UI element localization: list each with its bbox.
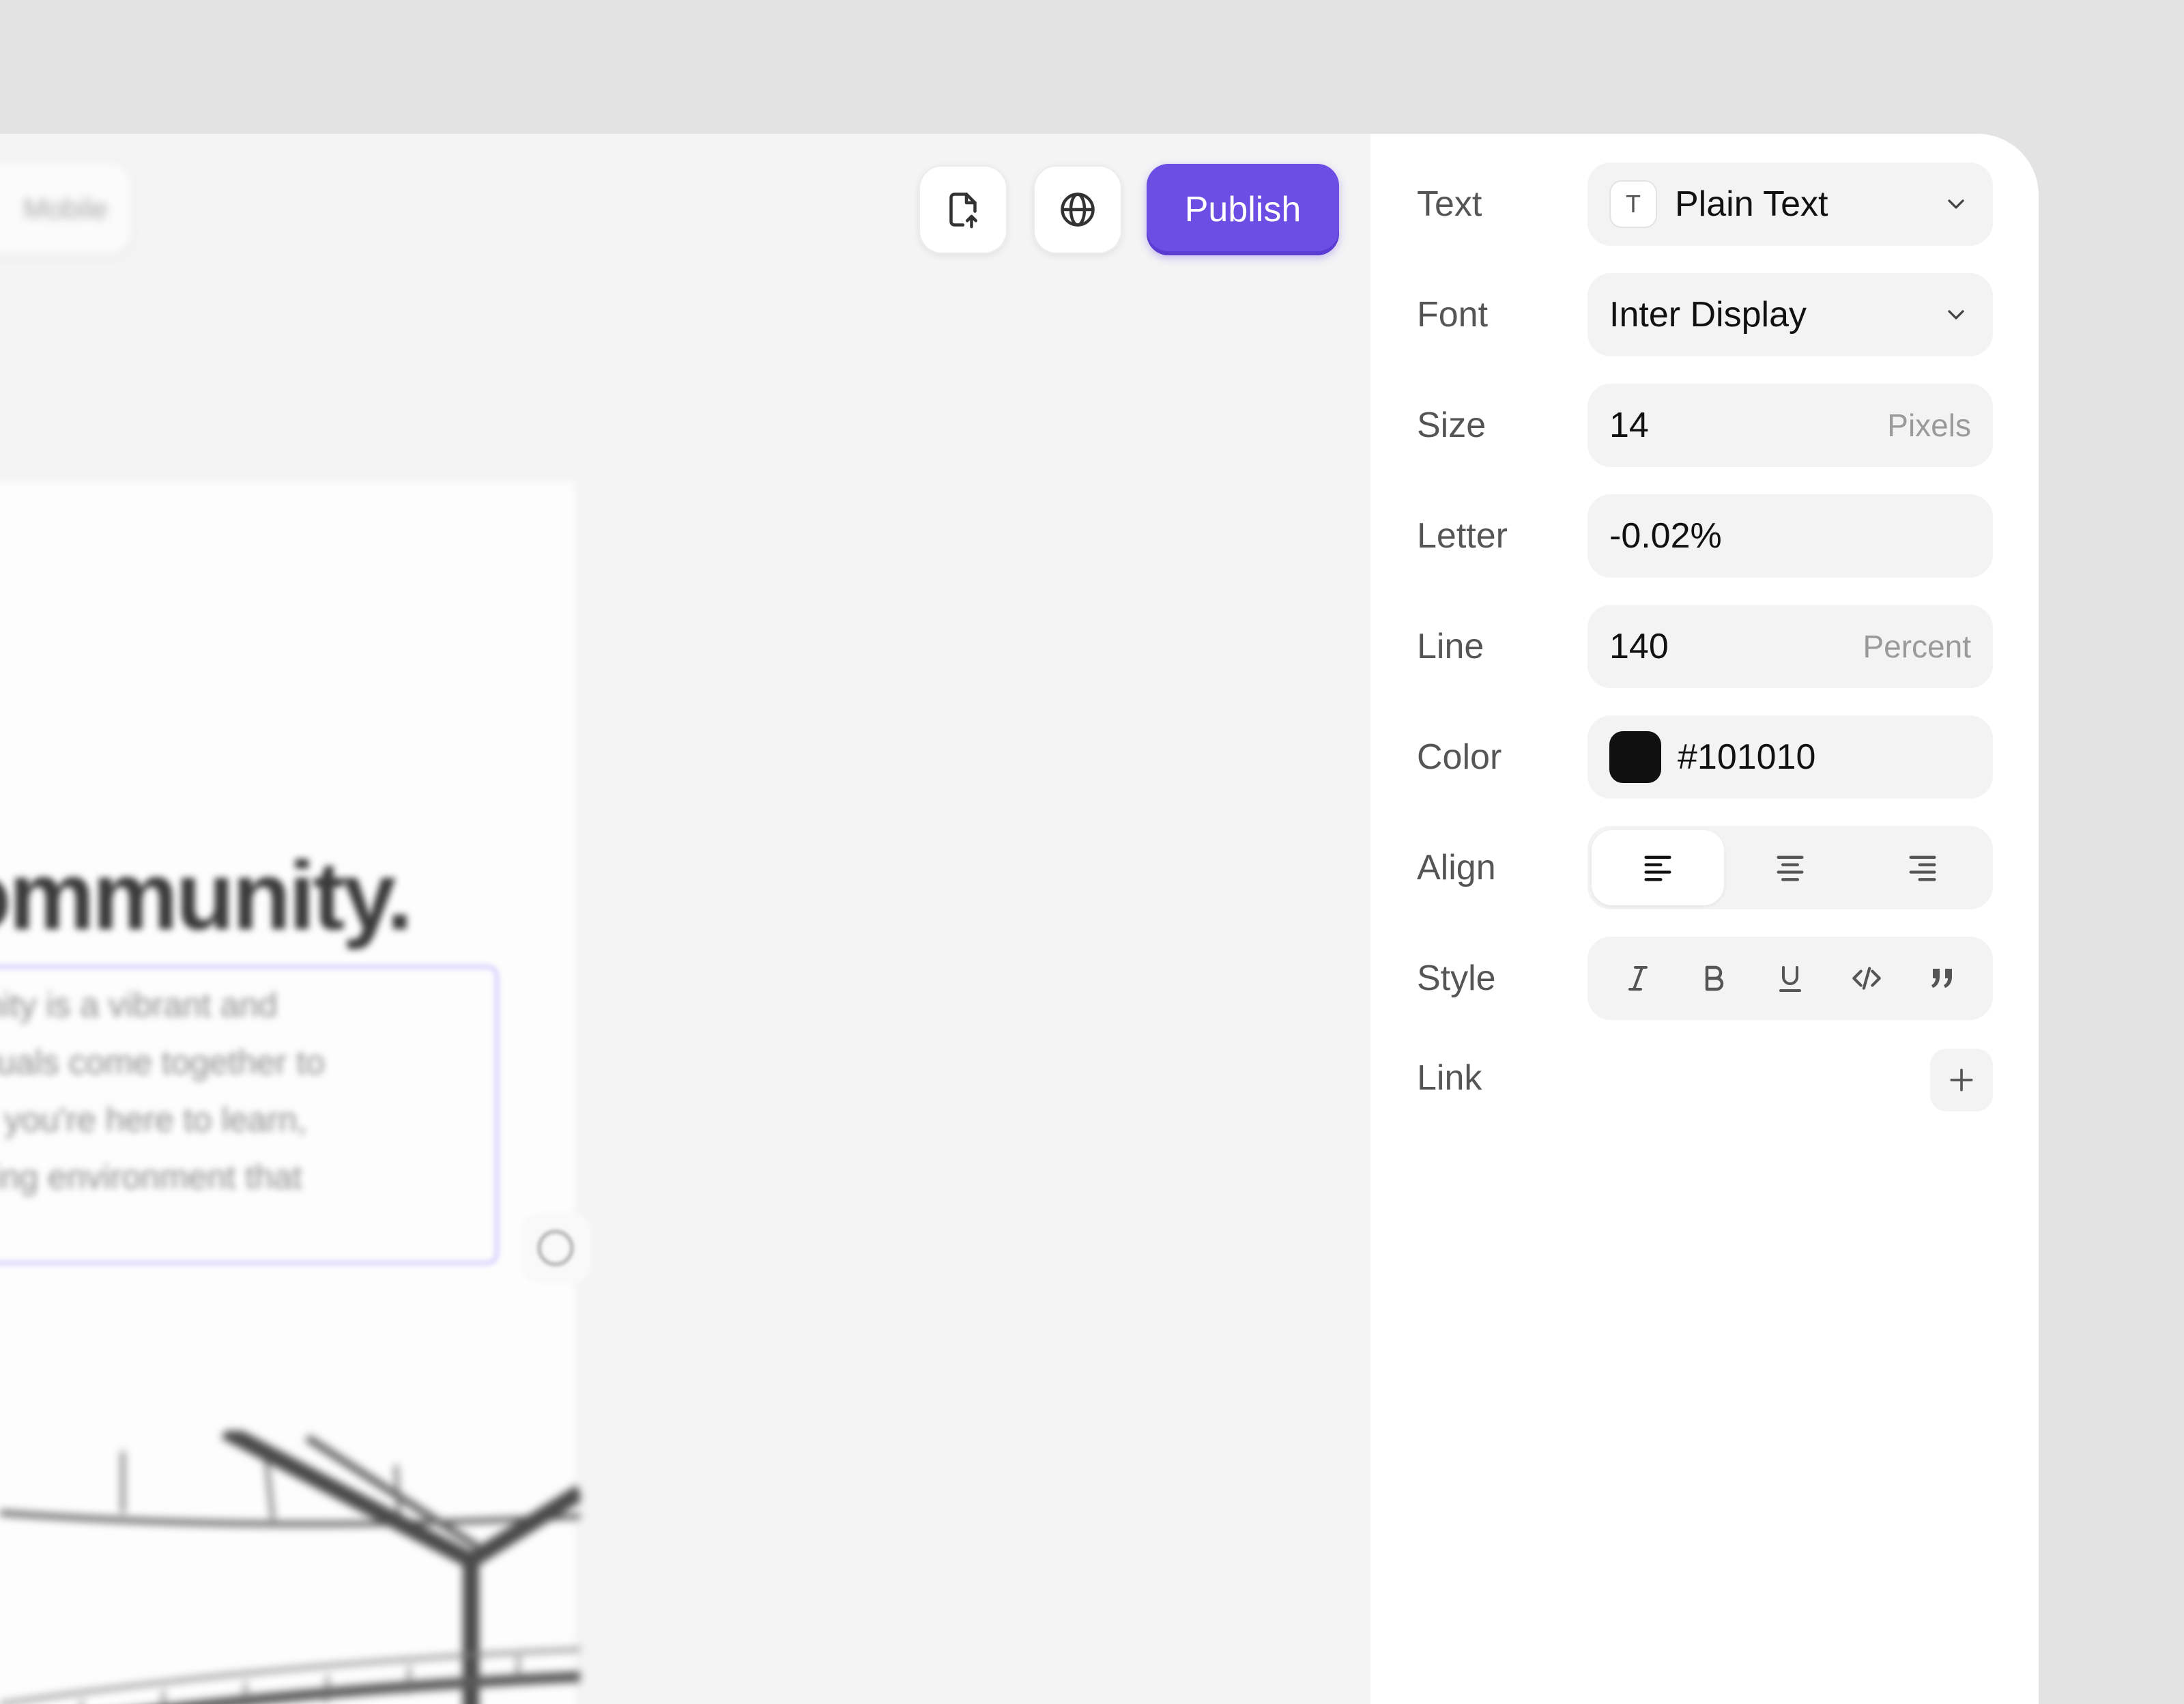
size-row: Size 14 Pixels xyxy=(1417,384,1993,467)
bold-button[interactable] xyxy=(1683,948,1744,1009)
quote-button[interactable] xyxy=(1912,948,1973,1009)
line-height-label: Line xyxy=(1417,627,1484,666)
handle-circle-icon xyxy=(538,1230,573,1266)
quote-icon xyxy=(1931,969,1953,988)
line-height-input[interactable]: 140 Percent xyxy=(1587,605,1993,688)
properties-panel: Text T Plain Text Font Inter Display Siz… xyxy=(1370,134,2039,1704)
text-style-toolbar xyxy=(1587,937,1993,1020)
line-height-row: Line 140 Percent xyxy=(1417,605,1993,688)
bold-icon xyxy=(1706,965,1724,991)
link-label: Link xyxy=(1417,1058,1482,1098)
underline-icon xyxy=(1779,966,1801,992)
letter-spacing-value: -0.02% xyxy=(1609,516,1722,556)
font-label: Font xyxy=(1417,295,1489,335)
line-height-unit: Percent xyxy=(1863,629,1971,664)
underline-button[interactable] xyxy=(1759,948,1821,1009)
preview-illustration xyxy=(0,1431,580,1704)
text-type-icon: T xyxy=(1609,180,1657,228)
preview-heading[interactable]: ommunity. xyxy=(0,840,413,952)
publish-button[interactable]: Publish xyxy=(1147,164,1339,255)
paragraph-line: nunity is a vibrant and xyxy=(0,986,278,1024)
size-value: 14 xyxy=(1609,406,1649,445)
color-row: Color #101010 xyxy=(1417,715,1993,799)
device-switch-mobile[interactable]: Mobile xyxy=(0,164,131,254)
letter-spacing-label: Letter xyxy=(1417,516,1508,556)
color-value: #101010 xyxy=(1678,737,1816,777)
paragraph-line: her you're here to learn, xyxy=(0,1100,307,1139)
letter-spacing-row: Letter -0.02% xyxy=(1417,494,1993,578)
line-height-value: 140 xyxy=(1609,627,1669,666)
color-input[interactable]: #101010 xyxy=(1587,715,1993,799)
align-label: Align xyxy=(1417,848,1496,888)
paragraph-line: ividuals come together to xyxy=(0,1043,325,1081)
text-type-row: Text T Plain Text xyxy=(1417,162,1993,246)
italic-button[interactable] xyxy=(1607,948,1669,1009)
code-icon xyxy=(1852,967,1881,990)
color-label: Color xyxy=(1417,737,1502,777)
font-value: Inter Display xyxy=(1609,295,1807,335)
globe-icon xyxy=(1061,193,1095,227)
color-swatch[interactable] xyxy=(1609,731,1661,783)
paragraph-line: oming environment that xyxy=(0,1158,302,1196)
preview-paragraph[interactable]: nunity is a vibrant and ividuals come to… xyxy=(0,976,464,1206)
size-input[interactable]: 14 Pixels xyxy=(1587,384,1993,467)
export-button[interactable] xyxy=(919,165,1007,254)
align-right-icon xyxy=(1909,855,1936,881)
align-left-icon xyxy=(1644,855,1671,881)
plus-icon xyxy=(1950,1068,1973,1092)
device-label: Mobile xyxy=(23,193,108,225)
style-label: Style xyxy=(1417,958,1496,998)
file-upload-icon xyxy=(949,193,977,229)
align-segmented-control xyxy=(1587,826,1993,909)
block-handle[interactable] xyxy=(520,1212,591,1283)
size-unit: Pixels xyxy=(1887,408,1971,443)
chevron-down-icon xyxy=(1941,189,1971,219)
align-row: Align xyxy=(1417,826,1993,909)
font-row: Font Inter Display xyxy=(1417,273,1993,356)
canvas-area[interactable]: Mobile Publish ommunity. nunity is a vib xyxy=(0,134,1370,1704)
text-type-value: Plain Text xyxy=(1675,184,1828,224)
chevron-down-icon xyxy=(1941,300,1971,330)
align-center-button[interactable] xyxy=(1724,830,1856,905)
letter-spacing-input[interactable]: -0.02% xyxy=(1587,494,1993,578)
size-label: Size xyxy=(1417,406,1486,445)
align-center-icon xyxy=(1777,855,1804,881)
text-type-label: Text xyxy=(1417,184,1482,224)
editor-window: Mobile Publish ommunity. nunity is a vib xyxy=(0,134,2039,1704)
align-right-button[interactable] xyxy=(1856,830,1989,905)
text-type-select[interactable]: T Plain Text xyxy=(1587,162,1993,246)
link-row: Link xyxy=(1417,1036,1993,1120)
font-select[interactable]: Inter Display xyxy=(1587,273,1993,356)
code-button[interactable] xyxy=(1836,948,1897,1009)
add-link-button[interactable] xyxy=(1930,1049,1993,1111)
preview-site-button[interactable] xyxy=(1033,165,1122,254)
style-row: Style xyxy=(1417,937,1993,1020)
align-left-button[interactable] xyxy=(1592,830,1724,905)
italic-icon xyxy=(1628,966,1648,991)
